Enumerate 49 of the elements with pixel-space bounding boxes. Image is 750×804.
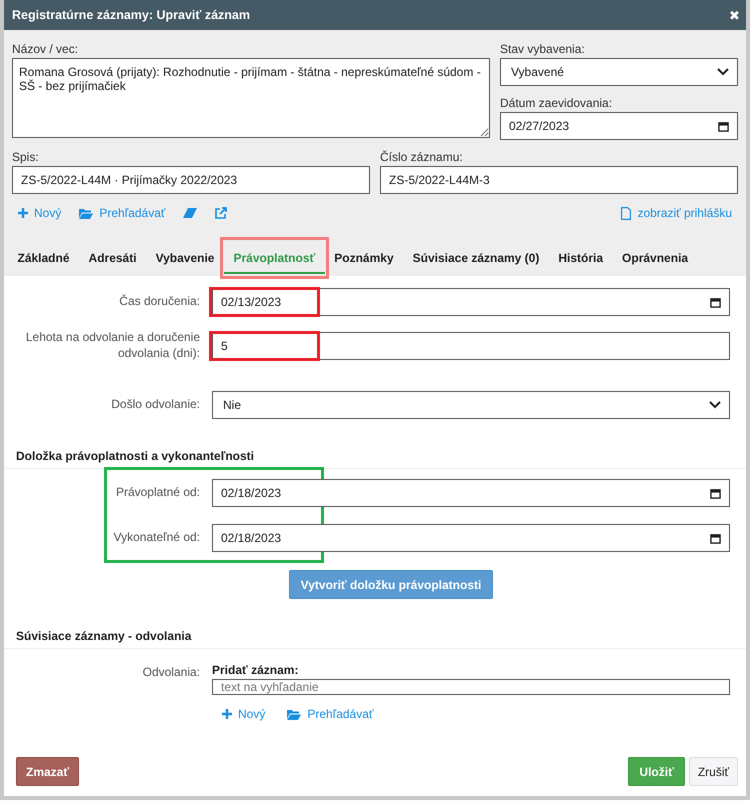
plus-icon bbox=[222, 709, 232, 720]
tab[interactable]: Poznámky bbox=[324, 242, 404, 276]
section-heading: Doložka právoplatnosti a vykonanteľnosti bbox=[4, 449, 746, 470]
record-number-field[interactable]: ZS-5/2022-L44M-3 bbox=[380, 166, 738, 194]
plus-icon bbox=[18, 208, 28, 218]
field-label: Stav vybavenia: bbox=[500, 42, 586, 56]
date-field[interactable]: 02/18/2023 bbox=[212, 524, 730, 552]
tab[interactable]: Súvisiace záznamy (0) bbox=[403, 242, 549, 276]
section-heading: Súvisiace záznamy - odvolania bbox=[4, 629, 746, 650]
close-button[interactable]: ✖ bbox=[729, 8, 740, 22]
calendar-icon bbox=[710, 532, 721, 544]
field-label: Došlo odvolanie: bbox=[110, 397, 201, 413]
field-label: Názov / vec: bbox=[12, 42, 80, 56]
chevron-icon bbox=[717, 68, 729, 76]
field-label: Lehota na odvolanie a doručenie odvolania (dni): bbox=[24, 330, 201, 362]
cancel-button[interactable]: Zrušiť bbox=[688, 757, 738, 786]
tab[interactable]: Vybavenie bbox=[146, 242, 224, 276]
delete-button[interactable]: Zmazať bbox=[16, 757, 80, 786]
document-icon bbox=[621, 206, 632, 220]
folder-icon bbox=[287, 708, 302, 720]
calendar-icon bbox=[718, 120, 729, 132]
eraser-icon[interactable] bbox=[183, 208, 198, 218]
calendar-icon bbox=[710, 488, 721, 499]
field-label: Čas doručenia: bbox=[118, 294, 201, 310]
field-label: Spis: bbox=[12, 150, 40, 164]
search-field[interactable]: text na vyhľadanie bbox=[212, 679, 730, 696]
chevron-icon bbox=[709, 401, 721, 410]
field-label: Číslo záznamu: bbox=[380, 150, 464, 164]
field-label: Vykonateľné od: bbox=[112, 530, 201, 546]
folder-icon bbox=[79, 208, 94, 218]
window-title: Registratúrne záznamy: Upraviť záznam bbox=[12, 8, 252, 22]
external-link-icon[interactable] bbox=[215, 207, 228, 219]
status-select[interactable]: Vybavené bbox=[500, 58, 738, 86]
input-field[interactable]: Nie bbox=[212, 391, 730, 420]
calendar-icon bbox=[710, 296, 721, 308]
tab[interactable]: História bbox=[548, 242, 613, 276]
file-field[interactable]: ZS-5/2022-L44M · Prijímačky 2022/2023 bbox=[12, 166, 370, 194]
field-label: Právoplatné od: bbox=[114, 485, 201, 501]
tab[interactable]: Základné bbox=[8, 242, 80, 276]
field-label: Dátum zaevidovania: bbox=[500, 96, 614, 110]
date-field[interactable]: 02/27/2023 bbox=[500, 112, 738, 140]
tab[interactable]: Oprávnenia bbox=[612, 242, 698, 276]
field-label: Odvolania: bbox=[142, 664, 201, 682]
field-label: Pridať záznam: bbox=[212, 663, 300, 678]
tab[interactable]: Adresáti bbox=[79, 242, 146, 276]
input-field[interactable]: 02/13/2023 bbox=[212, 288, 730, 316]
date-field[interactable]: 02/18/2023 bbox=[212, 479, 730, 508]
input-field[interactable]: 5 bbox=[212, 332, 730, 360]
subject-field[interactable]: Romana Grosová (prijaty): Rozhodnutie - prijímam - štátna - nepreskúmateľné súdom - SŠ - bez prijímačiek bbox=[12, 58, 490, 138]
